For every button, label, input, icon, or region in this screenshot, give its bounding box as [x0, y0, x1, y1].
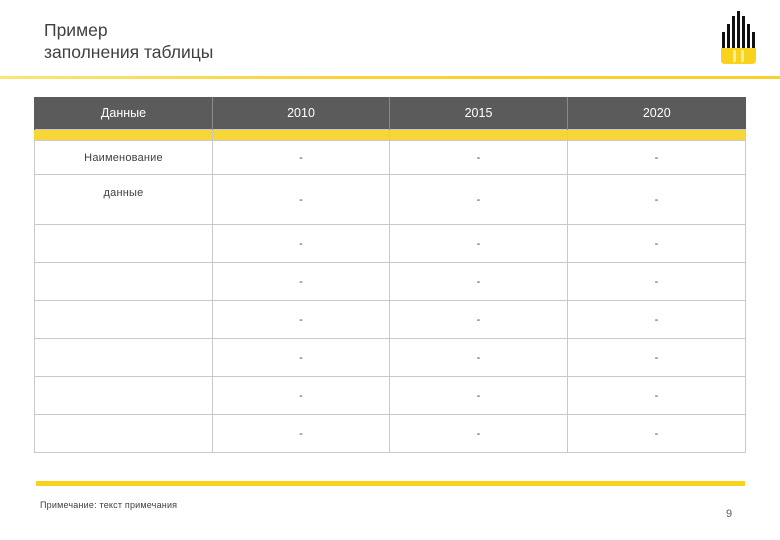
header-divider [0, 76, 780, 79]
row-label [34, 300, 213, 339]
table-header-row: Данные 2010 2015 2020 [34, 97, 746, 130]
table-cell: - [567, 174, 746, 225]
column-header-2015: 2015 [389, 97, 568, 130]
column-header-2010: 2010 [212, 97, 390, 130]
table-cell: - [389, 376, 568, 415]
data-table: Данные 2010 2015 2020 Наименование - - -… [34, 97, 746, 453]
table-row: - - - [34, 376, 746, 415]
table-cell: - [212, 338, 390, 377]
table-row: - - - [34, 300, 746, 339]
table-row: Наименование - - - [34, 140, 746, 175]
footnote: Примечание: текст примечания [40, 500, 178, 510]
table-cell: - [389, 414, 568, 453]
table-cell: - [567, 376, 746, 415]
row-label [34, 338, 213, 377]
table-row: - - - [34, 414, 746, 453]
table-cell: - [389, 224, 568, 263]
table-row: - - - [34, 224, 746, 263]
page-title-line-1: Пример [44, 20, 108, 40]
table-cell: - [567, 140, 746, 175]
page-title-line-2: заполнения таблицы [44, 42, 214, 62]
row-label [34, 262, 213, 301]
table-cell: - [389, 300, 568, 339]
footer-divider [36, 481, 745, 486]
row-label: Наименование [34, 140, 213, 175]
row-label [34, 376, 213, 415]
table-cell: - [567, 224, 746, 263]
table-row: данные - - - [34, 174, 746, 225]
table-cell: - [567, 300, 746, 339]
table-cell: - [212, 414, 390, 453]
table-cell: - [389, 140, 568, 175]
table-cell: - [389, 174, 568, 225]
table-cell: - [567, 262, 746, 301]
table-cell: - [389, 262, 568, 301]
row-label: данные [34, 174, 213, 225]
table-cell: - [389, 338, 568, 377]
header-accent-band [34, 129, 746, 141]
company-logo-icon [719, 10, 763, 66]
table-row: - - - [34, 262, 746, 301]
table-row: - - - [34, 338, 746, 377]
table-cell: - [567, 414, 746, 453]
table-cell: - [212, 262, 390, 301]
table-cell: - [212, 224, 390, 263]
row-label [34, 414, 213, 453]
table-cell: - [567, 338, 746, 377]
table-cell: - [212, 376, 390, 415]
row-label [34, 224, 213, 263]
table-cell: - [212, 140, 390, 175]
table-cell: - [212, 174, 390, 225]
page-title: Пример заполнения таблицы [44, 19, 213, 63]
column-header-2020: 2020 [567, 97, 746, 130]
table-cell: - [212, 300, 390, 339]
column-header-data: Данные [34, 97, 213, 130]
page-number: 9 [726, 508, 733, 520]
